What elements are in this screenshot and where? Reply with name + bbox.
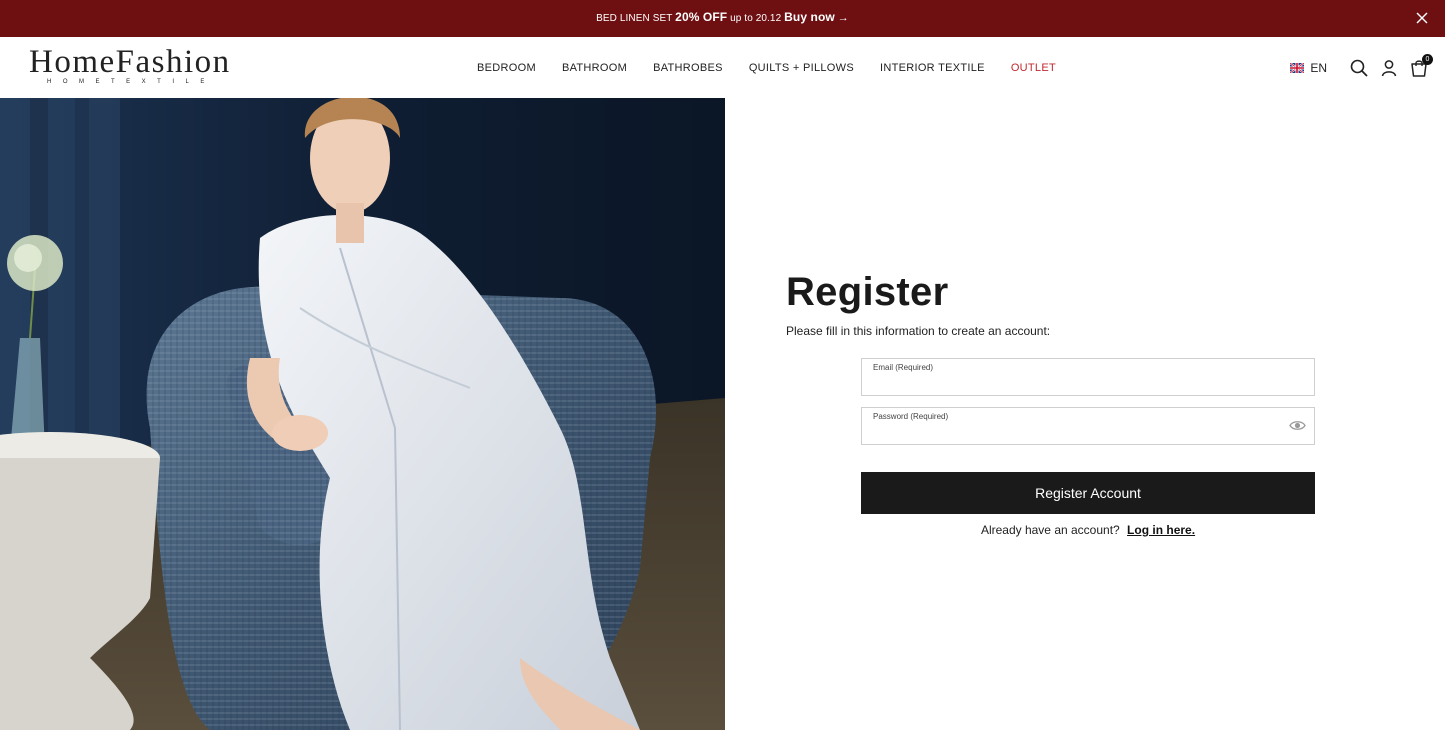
email-label: Email (Required) bbox=[873, 363, 934, 372]
login-link[interactable]: Log in here. bbox=[1127, 523, 1195, 537]
close-icon[interactable] bbox=[1413, 9, 1431, 27]
login-prompt-line: Already have an account? Log in here. bbox=[861, 523, 1315, 537]
search-icon[interactable] bbox=[1349, 58, 1369, 78]
email-input[interactable] bbox=[872, 377, 1284, 393]
show-password-eye-icon[interactable] bbox=[1289, 419, 1306, 432]
nav-item-outlet[interactable]: OUTLET bbox=[1011, 62, 1056, 74]
nav-item-bathroom[interactable]: BATHROOM bbox=[562, 62, 627, 74]
register-account-button[interactable]: Register Account bbox=[861, 472, 1315, 514]
nav-item-interior-textile[interactable]: INTERIOR TEXTILE bbox=[880, 62, 985, 74]
nav-item-quilts-pillows[interactable]: QUILTS + PILLOWS bbox=[749, 62, 854, 74]
model-in-bathrobe-photo bbox=[0, 98, 725, 730]
uk-flag-icon bbox=[1290, 63, 1305, 73]
main-nav: BEDROOM BATHROOM BATHROBES QUILTS + PILL… bbox=[477, 62, 1082, 74]
promo-discount: 20% OFF bbox=[675, 10, 728, 24]
user-icon[interactable] bbox=[1379, 58, 1399, 78]
cart-button[interactable]: 0 bbox=[1409, 54, 1433, 78]
password-label: Password (Required) bbox=[873, 412, 949, 421]
brand-logo[interactable]: HomeFashion HOMETEXTILE bbox=[29, 44, 231, 86]
header-tools: EN 0 bbox=[1290, 54, 1433, 79]
language-label: EN bbox=[1310, 61, 1327, 75]
password-field[interactable]: Password (Required) bbox=[861, 407, 1315, 445]
logo-wordmark: HomeFashion bbox=[29, 44, 231, 80]
promo-cta[interactable]: Buy now bbox=[784, 10, 835, 24]
language-selector[interactable]: EN bbox=[1290, 61, 1327, 75]
promo-bar: BED LINEN SET 20% OFF up to 20.12 Buy no… bbox=[0, 0, 1445, 37]
hero-image bbox=[0, 98, 725, 730]
promo-text[interactable]: BED LINEN SET 20% OFF up to 20.12 Buy no… bbox=[0, 10, 1445, 24]
promo-part2: up to 20.12 bbox=[730, 13, 782, 24]
nav-item-bedroom[interactable]: BEDROOM bbox=[477, 62, 536, 74]
nav-item-bathrobes[interactable]: BATHROBES bbox=[653, 62, 723, 74]
logo-subtitle: HOMETEXTILE bbox=[47, 79, 216, 85]
site-header: HomeFashion HOMETEXTILE BEDROOM BATHROOM… bbox=[0, 37, 1445, 98]
form-instructions: Please fill in this information to creat… bbox=[786, 324, 1051, 338]
page-title: Register bbox=[786, 270, 949, 314]
cart-count-badge: 0 bbox=[1422, 54, 1433, 65]
promo-part1: BED LINEN SET bbox=[596, 13, 673, 24]
login-prompt-text: Already have an account? bbox=[980, 523, 1120, 537]
email-field[interactable]: Email (Required) bbox=[861, 358, 1315, 396]
arrow-right-icon: → bbox=[837, 12, 849, 24]
password-input[interactable] bbox=[872, 426, 1284, 442]
